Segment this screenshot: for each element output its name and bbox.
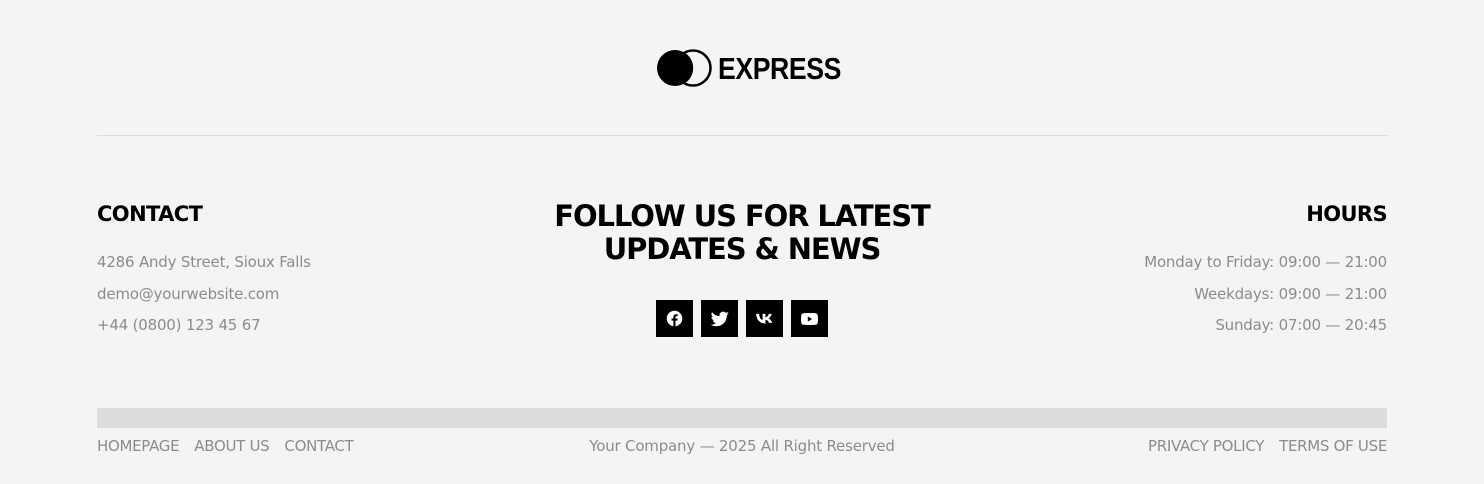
follow-title: FOLLOW US FOR LATEST UPDATES & NEWS [492,200,992,266]
hours-section: HOURS Monday to Friday: 09:00 — 21:00 We… [1027,201,1387,348]
twitter-icon [710,311,729,326]
youtube-icon [801,312,818,325]
logo-circles-icon [657,49,712,87]
vk-icon [755,313,772,324]
nav-link-privacy-policy[interactable]: PRIVACY POLICY [1148,437,1264,455]
logo-link[interactable]: EXPRESS [656,48,861,88]
facebook-icon [666,310,683,327]
top-divider [97,135,1387,136]
hours-list: Monday to Friday: 09:00 — 21:00 Weekdays… [1027,253,1387,348]
footer-bottom-bar: HOMEPAGE ABOUT US CONTACT Your Company —… [97,437,1387,457]
hours-line: Monday to Friday: 09:00 — 21:00 [1144,253,1387,271]
contact-address: 4286 Andy Street, Sioux Falls [97,253,311,271]
follow-title-line-2: UPDATES & NEWS [603,232,882,266]
youtube-button[interactable] [791,300,828,337]
follow-section: FOLLOW US FOR LATEST UPDATES & NEWS [492,200,992,337]
site-footer: EXPRESS CONTACT 4286 Andy Street, Sioux … [0,0,1484,484]
hours-line: Weekdays: 09:00 — 21:00 [1194,284,1387,303]
social-links [492,300,992,337]
bottom-divider [97,408,1387,428]
contact-phone: +44 (0800) 123 45 67 [97,316,261,334]
vk-button[interactable] [746,300,783,337]
contact-list: 4286 Andy Street, Sioux Falls demo@yourw… [97,253,457,348]
nav-link-terms-of-use[interactable]: TERMS OF USE [1279,437,1387,455]
facebook-button[interactable] [656,300,693,337]
contact-email: demo@yourwebsite.com [97,284,280,303]
contact-section: CONTACT 4286 Andy Street, Sioux Falls de… [97,201,457,348]
contact-heading: CONTACT [97,202,203,226]
twitter-button[interactable] [701,300,738,337]
follow-title-line-1: FOLLOW US FOR LATEST [554,199,931,233]
footer-nav-right: PRIVACY POLICY TERMS OF USE [1148,437,1387,455]
hours-heading: HOURS [1306,202,1387,226]
logo-text: EXPRESS [718,50,841,86]
hours-line: Sunday: 07:00 — 20:45 [1215,316,1387,334]
